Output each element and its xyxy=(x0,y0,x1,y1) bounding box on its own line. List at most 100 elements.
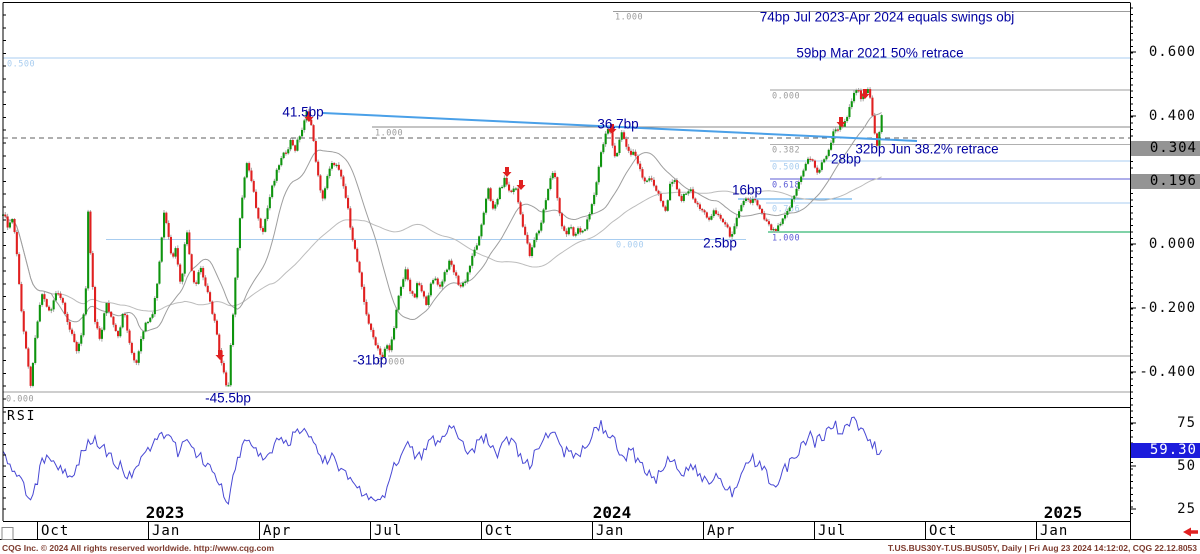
candle-body xyxy=(678,189,680,196)
candle-body xyxy=(223,363,225,372)
candle-body xyxy=(122,314,124,327)
candle-body xyxy=(837,129,839,130)
candle-body xyxy=(752,199,754,203)
candle-body xyxy=(536,233,538,240)
candle-body xyxy=(89,212,91,254)
candle-body xyxy=(669,184,671,200)
candle-body xyxy=(628,147,630,151)
candle-body xyxy=(835,129,837,131)
candle-body xyxy=(448,261,450,270)
moving-average-line xyxy=(3,113,882,332)
candle-body xyxy=(524,227,526,235)
candle-body xyxy=(471,256,473,266)
candle-body xyxy=(370,324,372,330)
candle-body xyxy=(129,331,131,343)
candle-body xyxy=(515,188,517,189)
candle-body xyxy=(697,203,699,205)
candle-body xyxy=(186,232,188,244)
candle-body xyxy=(506,178,508,185)
candle-body xyxy=(299,136,301,139)
candle-body xyxy=(142,331,144,339)
candle-body xyxy=(625,139,627,147)
candle-body xyxy=(14,219,16,232)
candle-body xyxy=(112,317,114,325)
candle-body xyxy=(73,334,75,342)
fib-level-label: 0.000 xyxy=(6,395,34,405)
candle-body xyxy=(653,180,655,186)
candle-body xyxy=(589,214,591,219)
candle-body xyxy=(43,294,45,299)
candle-body xyxy=(743,201,745,205)
candle-body xyxy=(641,169,643,178)
candle-body xyxy=(549,178,551,189)
candle-body xyxy=(614,146,616,157)
candle-body xyxy=(759,205,761,209)
candle-body xyxy=(869,89,871,98)
candle-body xyxy=(632,152,634,155)
candle-body xyxy=(692,189,694,198)
candle-body xyxy=(543,210,545,223)
candle-body xyxy=(545,200,547,209)
candle-body xyxy=(115,325,117,331)
candle-body xyxy=(23,311,25,331)
candle-body xyxy=(490,188,492,201)
candle-body xyxy=(722,219,724,222)
candle-body xyxy=(405,269,407,279)
candle-body xyxy=(547,189,549,200)
candle-body xyxy=(395,310,397,328)
candle-body xyxy=(729,227,731,236)
candle-body xyxy=(485,199,487,213)
candle-body xyxy=(184,244,186,273)
candle-body xyxy=(230,345,232,385)
candle-body xyxy=(423,291,425,296)
candle-body xyxy=(264,219,266,232)
candle-body xyxy=(775,229,777,231)
candle-body xyxy=(750,200,752,203)
candle-body xyxy=(200,268,202,272)
candle-body xyxy=(99,328,101,339)
candle-body xyxy=(821,162,823,170)
candle-body xyxy=(227,385,229,386)
candle-body xyxy=(791,199,793,207)
candle-body xyxy=(577,228,579,234)
candle-body xyxy=(27,348,29,366)
scroll-left-arrow-icon[interactable] xyxy=(1183,528,1198,537)
candle-body xyxy=(425,296,427,304)
candle-body xyxy=(704,210,706,212)
candle-body xyxy=(241,198,243,219)
candle-body xyxy=(566,231,568,234)
fib-level-label: 0.000 xyxy=(377,358,405,368)
candle-body xyxy=(598,167,600,182)
candle-body xyxy=(563,226,565,231)
candle-body xyxy=(145,323,147,332)
candle-body xyxy=(526,235,528,244)
candle-body xyxy=(439,285,441,287)
candle-body xyxy=(133,353,135,360)
candle-body xyxy=(499,188,501,199)
candle-body xyxy=(570,227,572,228)
candle-body xyxy=(478,236,480,245)
candle-body xyxy=(715,210,717,214)
candle-body xyxy=(809,159,811,160)
candle-body xyxy=(384,349,386,357)
chart-canvas[interactable]: 1.0000.5000.0001.0000.3820.5000.6180.786… xyxy=(0,0,1200,554)
candle-body xyxy=(434,279,436,281)
candle-body xyxy=(683,194,685,201)
candle-body xyxy=(667,200,669,211)
candle-body xyxy=(30,367,32,386)
candle-body xyxy=(483,213,485,225)
candle-body xyxy=(64,303,66,314)
candle-body xyxy=(520,202,522,214)
candle-body xyxy=(738,211,740,218)
scroll-thumb-box[interactable] xyxy=(2,528,13,540)
candle-body xyxy=(494,204,496,208)
candle-body xyxy=(674,180,676,182)
candle-body xyxy=(379,348,381,354)
candle-body xyxy=(763,213,765,219)
candle-body xyxy=(745,199,747,201)
candle-body xyxy=(655,186,657,191)
candle-body xyxy=(260,219,262,229)
candle-body xyxy=(195,282,197,284)
candle-body xyxy=(149,318,151,322)
sell-signal-arrow-icon xyxy=(216,350,225,360)
